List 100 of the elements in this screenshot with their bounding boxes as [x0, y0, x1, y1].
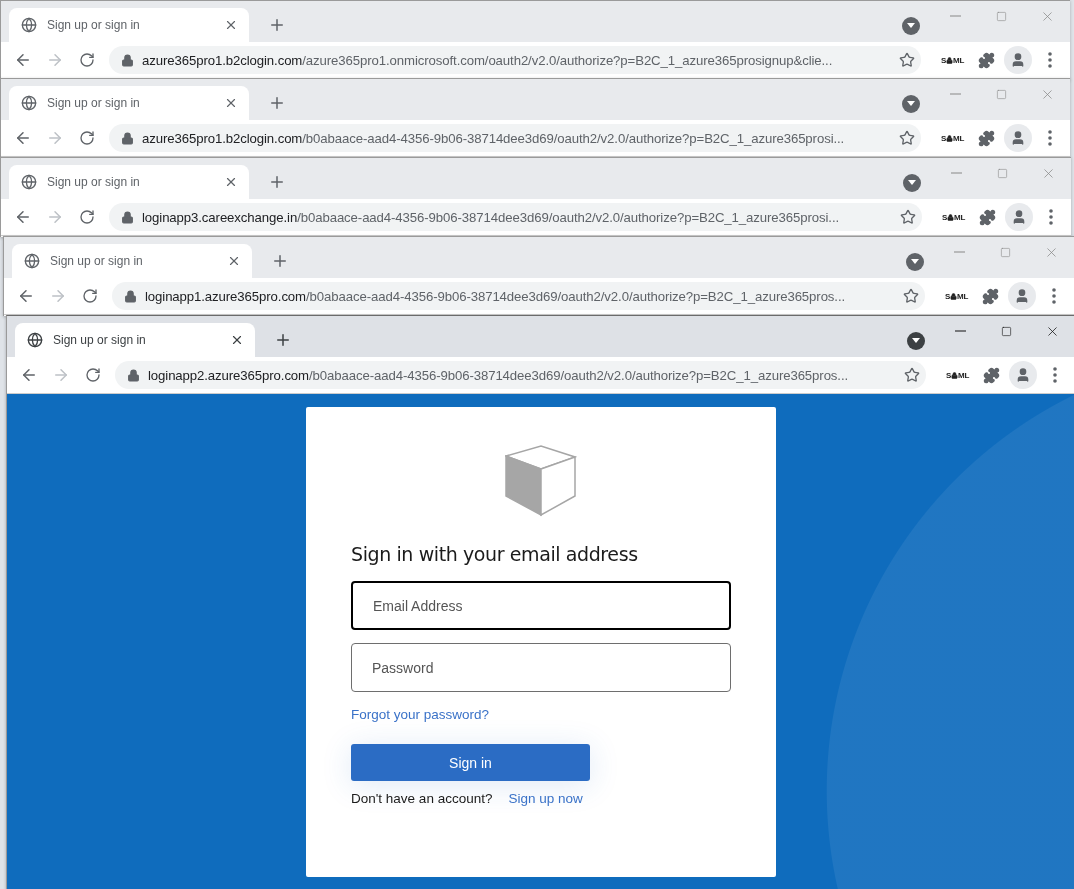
profile-button[interactable] [1005, 203, 1033, 231]
person-icon [1011, 209, 1027, 225]
forward-arrow-icon [49, 287, 67, 305]
plus-icon [268, 173, 286, 191]
close-icon [230, 333, 244, 347]
puzzle-icon [977, 129, 995, 147]
extension-button[interactable]: S ML [938, 203, 969, 231]
minimize-icon [953, 251, 965, 253]
address-bar[interactable]: loginapp1.azure365pro.com/b0abaace-aad4-4356-9b06-38714dee3d69/oauth2/v2.0/authorize?p=B2C_1_azure365pros... [112, 282, 925, 310]
forward-arrow-icon [46, 208, 64, 226]
forward-arrow-icon [46, 51, 64, 69]
lock-icon [127, 368, 140, 382]
forgot-password-link[interactable]: Forgot your password? [351, 707, 490, 722]
tab-search-button[interactable] [903, 174, 921, 192]
close-icon [224, 18, 238, 32]
caret-icon [907, 23, 915, 29]
star-icon[interactable] [900, 209, 916, 225]
lock-icon [946, 134, 954, 142]
lock-icon [121, 53, 134, 67]
extension-button[interactable]: S ML [937, 46, 968, 74]
browser-tab[interactable]: Sign up or sign in [12, 244, 252, 278]
signup-prompt: Don't have an account? [351, 791, 493, 806]
lock-icon [124, 289, 137, 303]
minimize-icon [949, 93, 961, 95]
star-icon[interactable] [899, 130, 915, 146]
reload-icon [79, 209, 95, 225]
browser-tab[interactable]: Sign up or sign in [9, 8, 249, 42]
browser-tab[interactable]: Sign up or sign in [9, 165, 249, 199]
tab-search-button[interactable] [902, 17, 920, 35]
extension-button[interactable]: S ML [941, 282, 972, 310]
browser-tab[interactable]: Sign up or sign in [15, 323, 255, 357]
close-icon [224, 96, 238, 110]
person-icon [1015, 367, 1031, 383]
more-icon [1049, 209, 1053, 225]
lock-icon [951, 371, 959, 379]
maximize-icon [1000, 325, 1012, 337]
globe-icon [21, 174, 37, 190]
lock-icon [121, 210, 134, 224]
person-icon [1014, 288, 1030, 304]
profile-button[interactable] [1004, 124, 1032, 152]
reload-icon [79, 130, 95, 146]
caret-icon [911, 259, 919, 265]
caret-icon [912, 338, 920, 344]
lock-icon [950, 292, 958, 300]
star-icon[interactable] [903, 288, 919, 304]
lock-icon [946, 56, 954, 64]
maximize-icon [995, 10, 1007, 22]
maximize-icon [999, 246, 1011, 258]
plus-icon [271, 252, 289, 270]
reload-icon [79, 52, 95, 68]
reload-icon [82, 288, 98, 304]
caret-icon [907, 101, 915, 107]
extension-button[interactable]: S ML [942, 361, 973, 389]
profile-button[interactable] [1004, 46, 1032, 74]
lock-icon [947, 213, 955, 221]
globe-icon [21, 17, 37, 33]
address-bar[interactable]: azure365pro1.b2clogin.com/azure365pro1.onmicrosoft.com/oauth2/v2.0/authorize?p=B2C_1_azure365prosignup&clie... [109, 46, 921, 74]
sign-up-link[interactable]: Sign up now [508, 791, 583, 806]
minimize-icon [950, 172, 962, 174]
minimize-icon [949, 15, 961, 17]
forward-arrow-icon [46, 129, 64, 147]
tab-search-button[interactable] [902, 95, 920, 113]
puzzle-icon [977, 51, 995, 69]
email-field[interactable]: Email Address [351, 581, 731, 630]
sign-in-button[interactable]: Sign in [351, 744, 590, 781]
puzzle-icon [982, 366, 1000, 384]
globe-icon [21, 95, 37, 111]
address-bar[interactable]: loginapp3.careexchange.in/b0abaace-aad4-4356-9b06-38714dee3d69/oauth2/v2.0/authorize?p=B2C_1_azure365prosi... [109, 203, 922, 231]
star-icon[interactable] [899, 52, 915, 68]
globe-icon [27, 332, 43, 348]
lock-icon [121, 131, 134, 145]
star-icon[interactable] [904, 367, 920, 383]
forward-arrow-icon [52, 366, 70, 384]
extension-button[interactable]: S ML [937, 124, 968, 152]
maximize-icon [995, 88, 1007, 100]
maximize-icon [996, 167, 1008, 179]
caret-icon [908, 180, 916, 186]
profile-button[interactable] [1008, 282, 1036, 310]
puzzle-icon [981, 287, 999, 305]
more-icon [1048, 52, 1052, 68]
password-field[interactable]: Password [351, 643, 731, 692]
close-icon [224, 175, 238, 189]
tab-search-button[interactable] [907, 332, 925, 350]
cube-icon [505, 445, 577, 517]
reload-icon [85, 367, 101, 383]
person-icon [1010, 130, 1026, 146]
person-icon [1010, 52, 1026, 68]
plus-icon [268, 94, 286, 112]
browser-tab[interactable]: Sign up or sign in [9, 86, 249, 120]
address-bar[interactable]: loginapp2.azure365pro.com/b0abaace-aad4-4356-9b06-38714dee3d69/oauth2/v2.0/authorize?p=B2C_1_azure365pros... [115, 361, 926, 389]
close-icon [227, 254, 241, 268]
tab-search-button[interactable] [906, 253, 924, 271]
address-bar[interactable]: azure365pro1.b2clogin.com/b0abaace-aad4-4356-9b06-38714dee3d69/oauth2/v2.0/authorize?p=B2C_1_azure365prosi... [109, 124, 921, 152]
plus-icon [274, 331, 292, 349]
globe-icon [24, 253, 40, 269]
minimize-icon [954, 330, 966, 332]
more-icon [1048, 130, 1052, 146]
signin-heading: Sign in with your email address [351, 543, 639, 565]
profile-button[interactable] [1009, 361, 1037, 389]
more-icon [1053, 367, 1057, 383]
